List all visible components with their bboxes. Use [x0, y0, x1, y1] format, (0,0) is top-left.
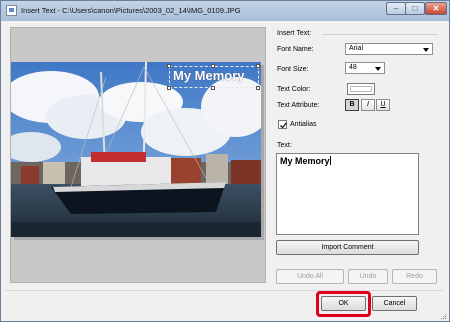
resize-grip-icon[interactable]: [440, 313, 447, 320]
resize-handle[interactable]: [167, 86, 171, 90]
font-name-select[interactable]: Arial: [345, 43, 433, 55]
text-label: Text:: [277, 142, 292, 149]
window-title: Insert Text - C:\Users\canon\Pictures\20…: [21, 6, 241, 15]
footer-divider: [5, 290, 443, 291]
overlay-text[interactable]: My Memory: [173, 68, 245, 83]
text-color-label: Text Color:: [277, 86, 311, 93]
ok-highlight-frame: [316, 291, 371, 317]
text-caret: [329, 156, 331, 165]
font-size-value: 48: [349, 64, 357, 71]
antialias-checkbox[interactable]: [278, 120, 287, 129]
chevron-down-icon: [375, 67, 381, 71]
bold-button[interactable]: B: [345, 99, 359, 111]
redo-button[interactable]: Redo: [392, 269, 437, 284]
cancel-button[interactable]: Cancel: [372, 296, 417, 311]
font-name-value: Arial: [349, 45, 364, 52]
antialias-label: Antialias: [290, 121, 317, 128]
import-comment-button[interactable]: Import Comment: [276, 240, 419, 255]
close-button[interactable]: ✕: [425, 2, 447, 15]
group-divider: [322, 34, 438, 35]
checkmark-icon: [280, 122, 287, 129]
undo-button[interactable]: Undo: [348, 269, 388, 284]
chevron-down-icon: [423, 48, 429, 52]
maximize-button[interactable]: □: [405, 2, 425, 15]
resize-handle[interactable]: [256, 64, 260, 68]
resize-handle[interactable]: [167, 64, 171, 68]
preview-photo[interactable]: [11, 62, 261, 237]
text-input-value: My Memory: [280, 156, 330, 166]
text-input[interactable]: My Memory: [276, 153, 419, 235]
app-icon: [6, 5, 17, 16]
font-name-label: Font Name:: [277, 46, 314, 53]
title-bar[interactable]: Insert Text - C:\Users\canon\Pictures\20…: [1, 1, 449, 21]
italic-button[interactable]: I: [361, 99, 375, 111]
resize-handle[interactable]: [211, 86, 215, 90]
text-attribute-label: Text Attribute:: [277, 102, 320, 109]
undo-all-button[interactable]: Undo All: [276, 269, 344, 284]
harbor-photo-image: [11, 62, 261, 237]
minimize-button[interactable]: –: [386, 2, 406, 15]
font-size-select[interactable]: 48: [345, 62, 385, 74]
group-title: Insert Text:: [277, 30, 312, 37]
underline-button[interactable]: U: [376, 99, 390, 111]
font-size-label: Font Size:: [277, 66, 309, 73]
resize-handle[interactable]: [256, 86, 260, 90]
text-color-button[interactable]: [347, 83, 375, 95]
